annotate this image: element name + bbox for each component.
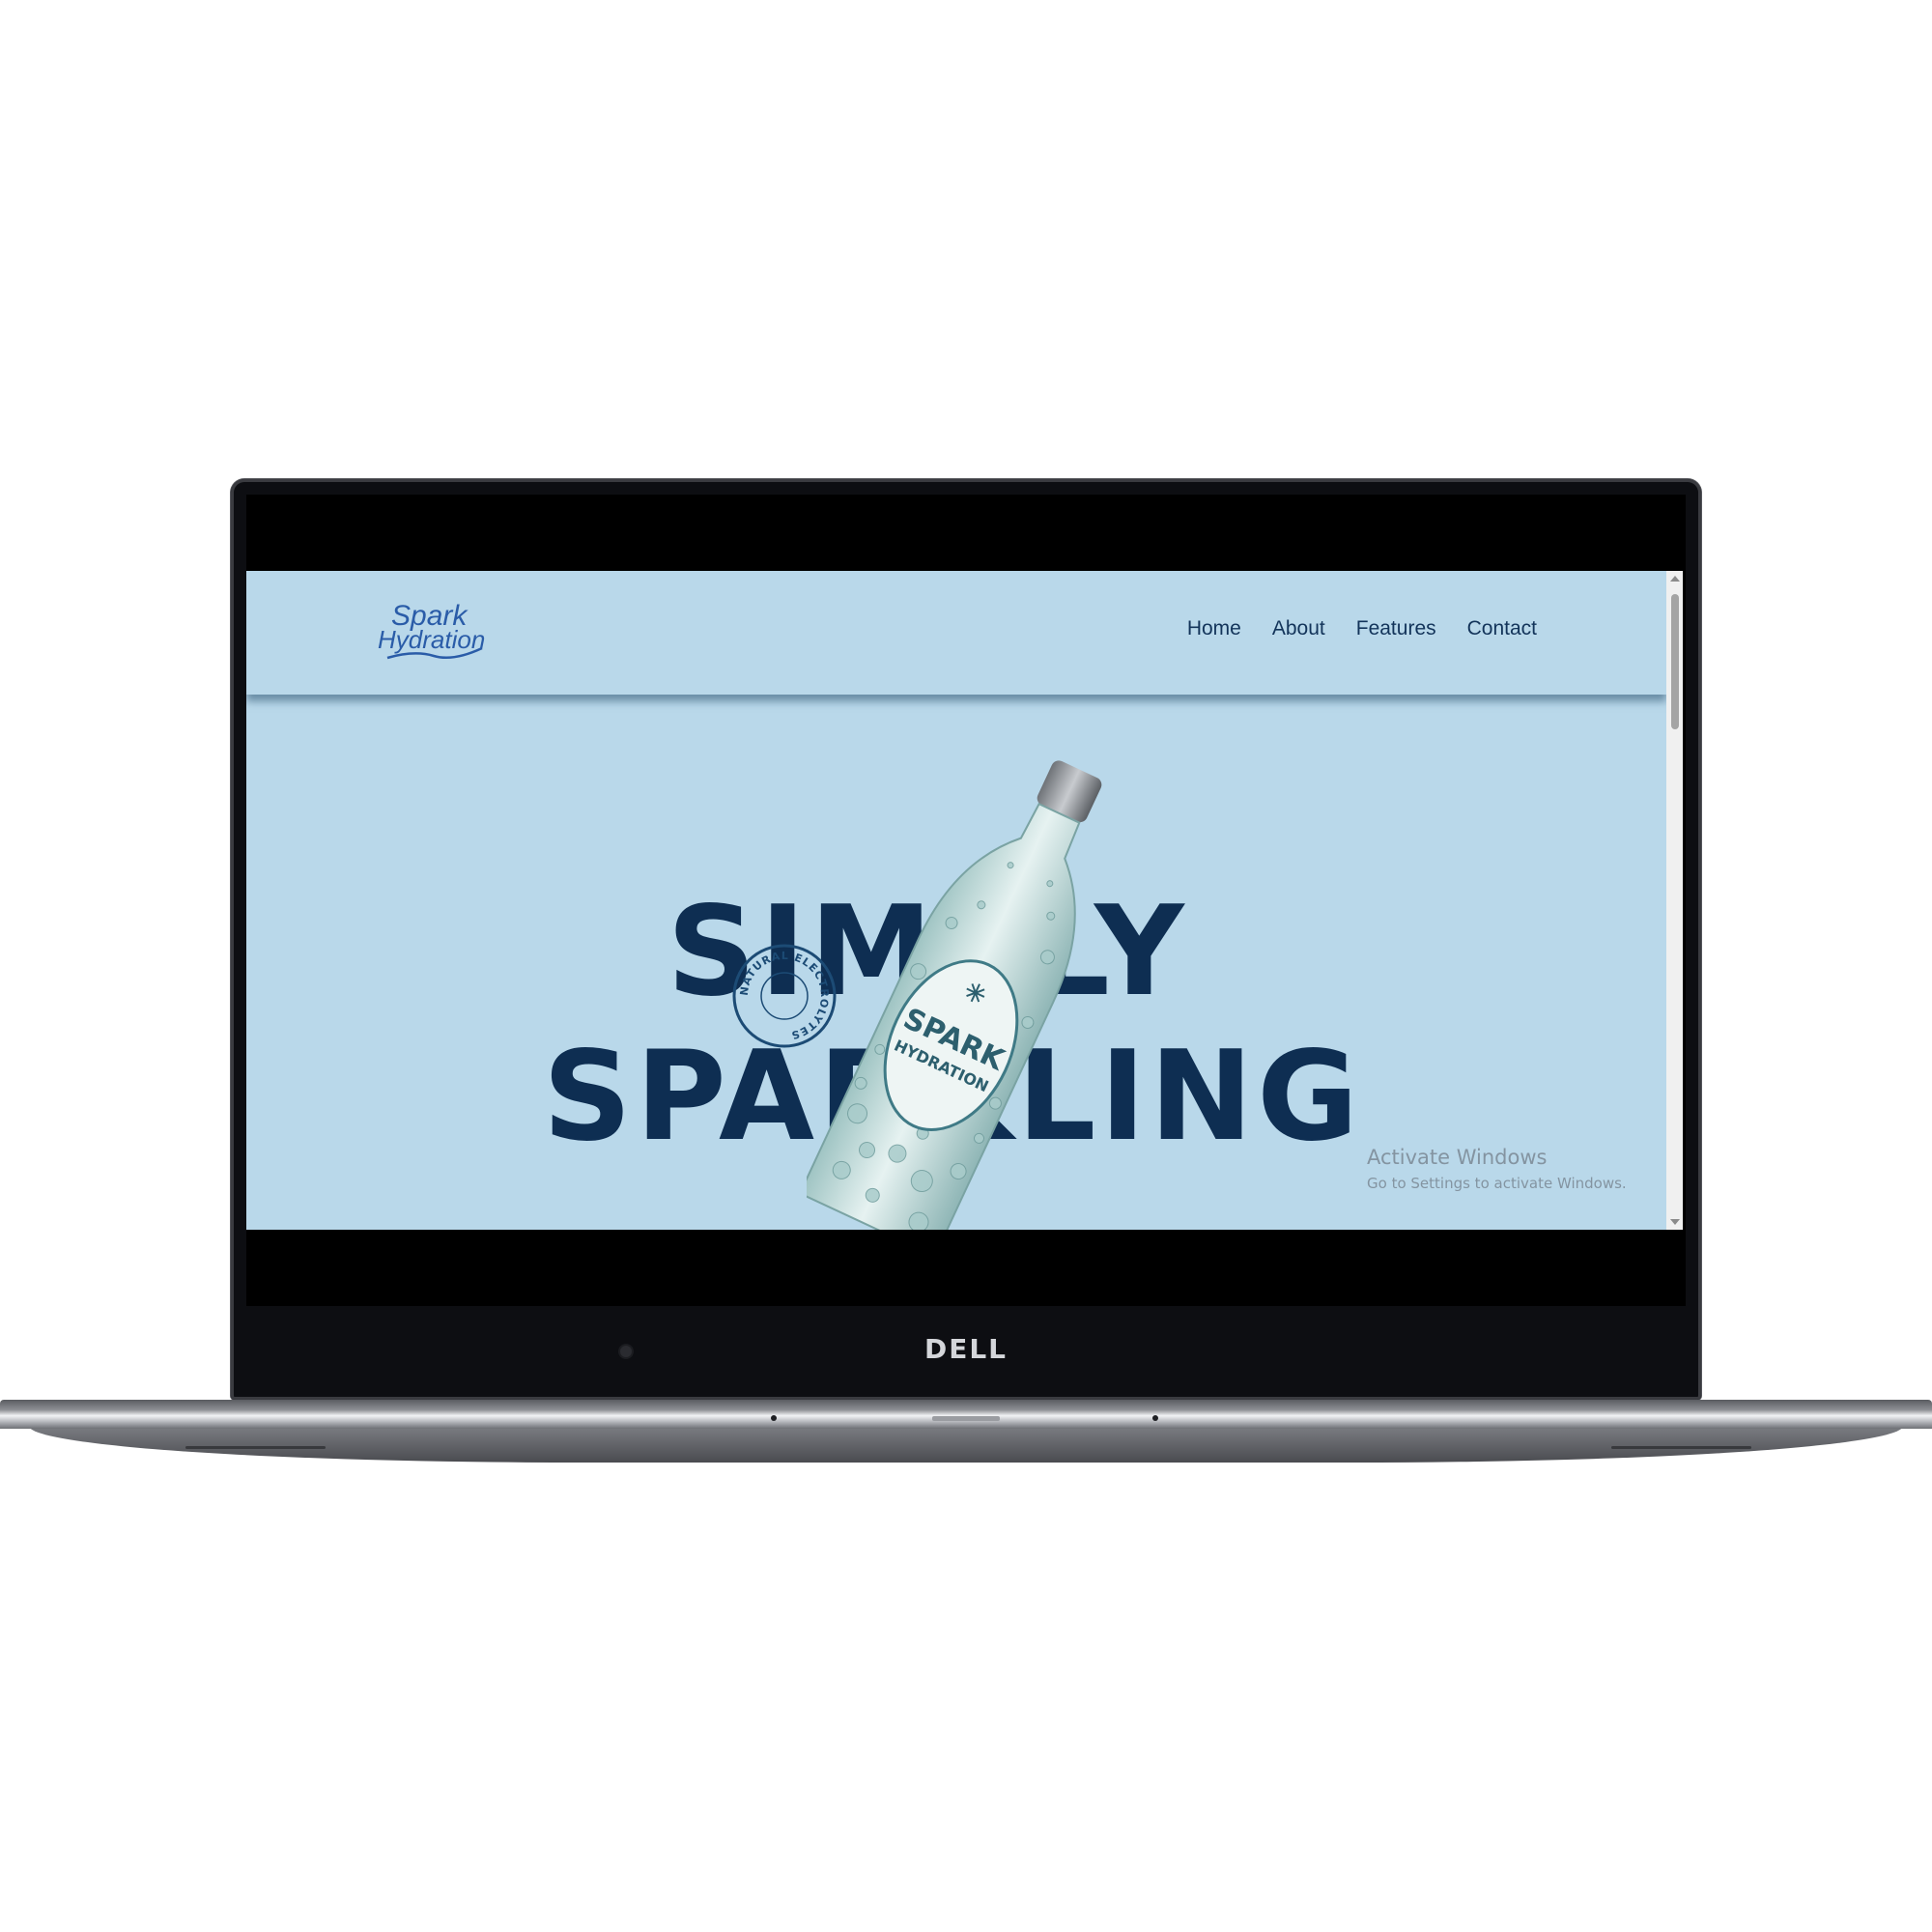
- svg-text:Hydration: Hydration: [378, 625, 485, 654]
- laptop-brand-logo: DELL: [923, 1333, 1009, 1365]
- hinge-screw: [771, 1415, 777, 1421]
- webcam-icon: [620, 1346, 632, 1357]
- nav-about-link[interactable]: About: [1272, 617, 1325, 640]
- nav-features-link[interactable]: Features: [1356, 617, 1436, 640]
- scroll-up-arrow-icon[interactable]: [1670, 576, 1680, 582]
- spark-hydration-logo[interactable]: Spark Hydration: [376, 594, 501, 671]
- watermark-title: Activate Windows: [1367, 1146, 1548, 1169]
- stage: DELL Spark Hydration Home About Features…: [0, 0, 1932, 1932]
- main-nav: Home About Features Contact: [1187, 617, 1537, 640]
- scrollbar-thumb[interactable]: [1671, 594, 1679, 729]
- bottle-image: SPARK HYDRATION: [807, 760, 1102, 1230]
- laptop-base-bottom: [29, 1426, 1903, 1463]
- hinge-screw: [1152, 1415, 1158, 1421]
- laptop-hinge-notch: [932, 1416, 1000, 1421]
- activate-windows-watermark: Activate Windows Go to Settings to activ…: [1367, 1146, 1627, 1192]
- nav-home-link[interactable]: Home: [1187, 617, 1241, 640]
- scroll-down-arrow-icon[interactable]: [1670, 1219, 1680, 1225]
- site-header: Spark Hydration Home About Features Cont…: [246, 571, 1666, 695]
- speaker-vent-left: [185, 1446, 326, 1449]
- watermark-subtitle: Go to Settings to activate Windows.: [1367, 1175, 1627, 1192]
- browser-viewport: Spark Hydration Home About Features Cont…: [246, 571, 1666, 1230]
- speaker-vent-right: [1611, 1446, 1751, 1449]
- nav-contact-link[interactable]: Contact: [1467, 617, 1537, 640]
- vertical-scrollbar[interactable]: [1666, 571, 1683, 1230]
- laptop-base: [0, 1400, 1932, 1429]
